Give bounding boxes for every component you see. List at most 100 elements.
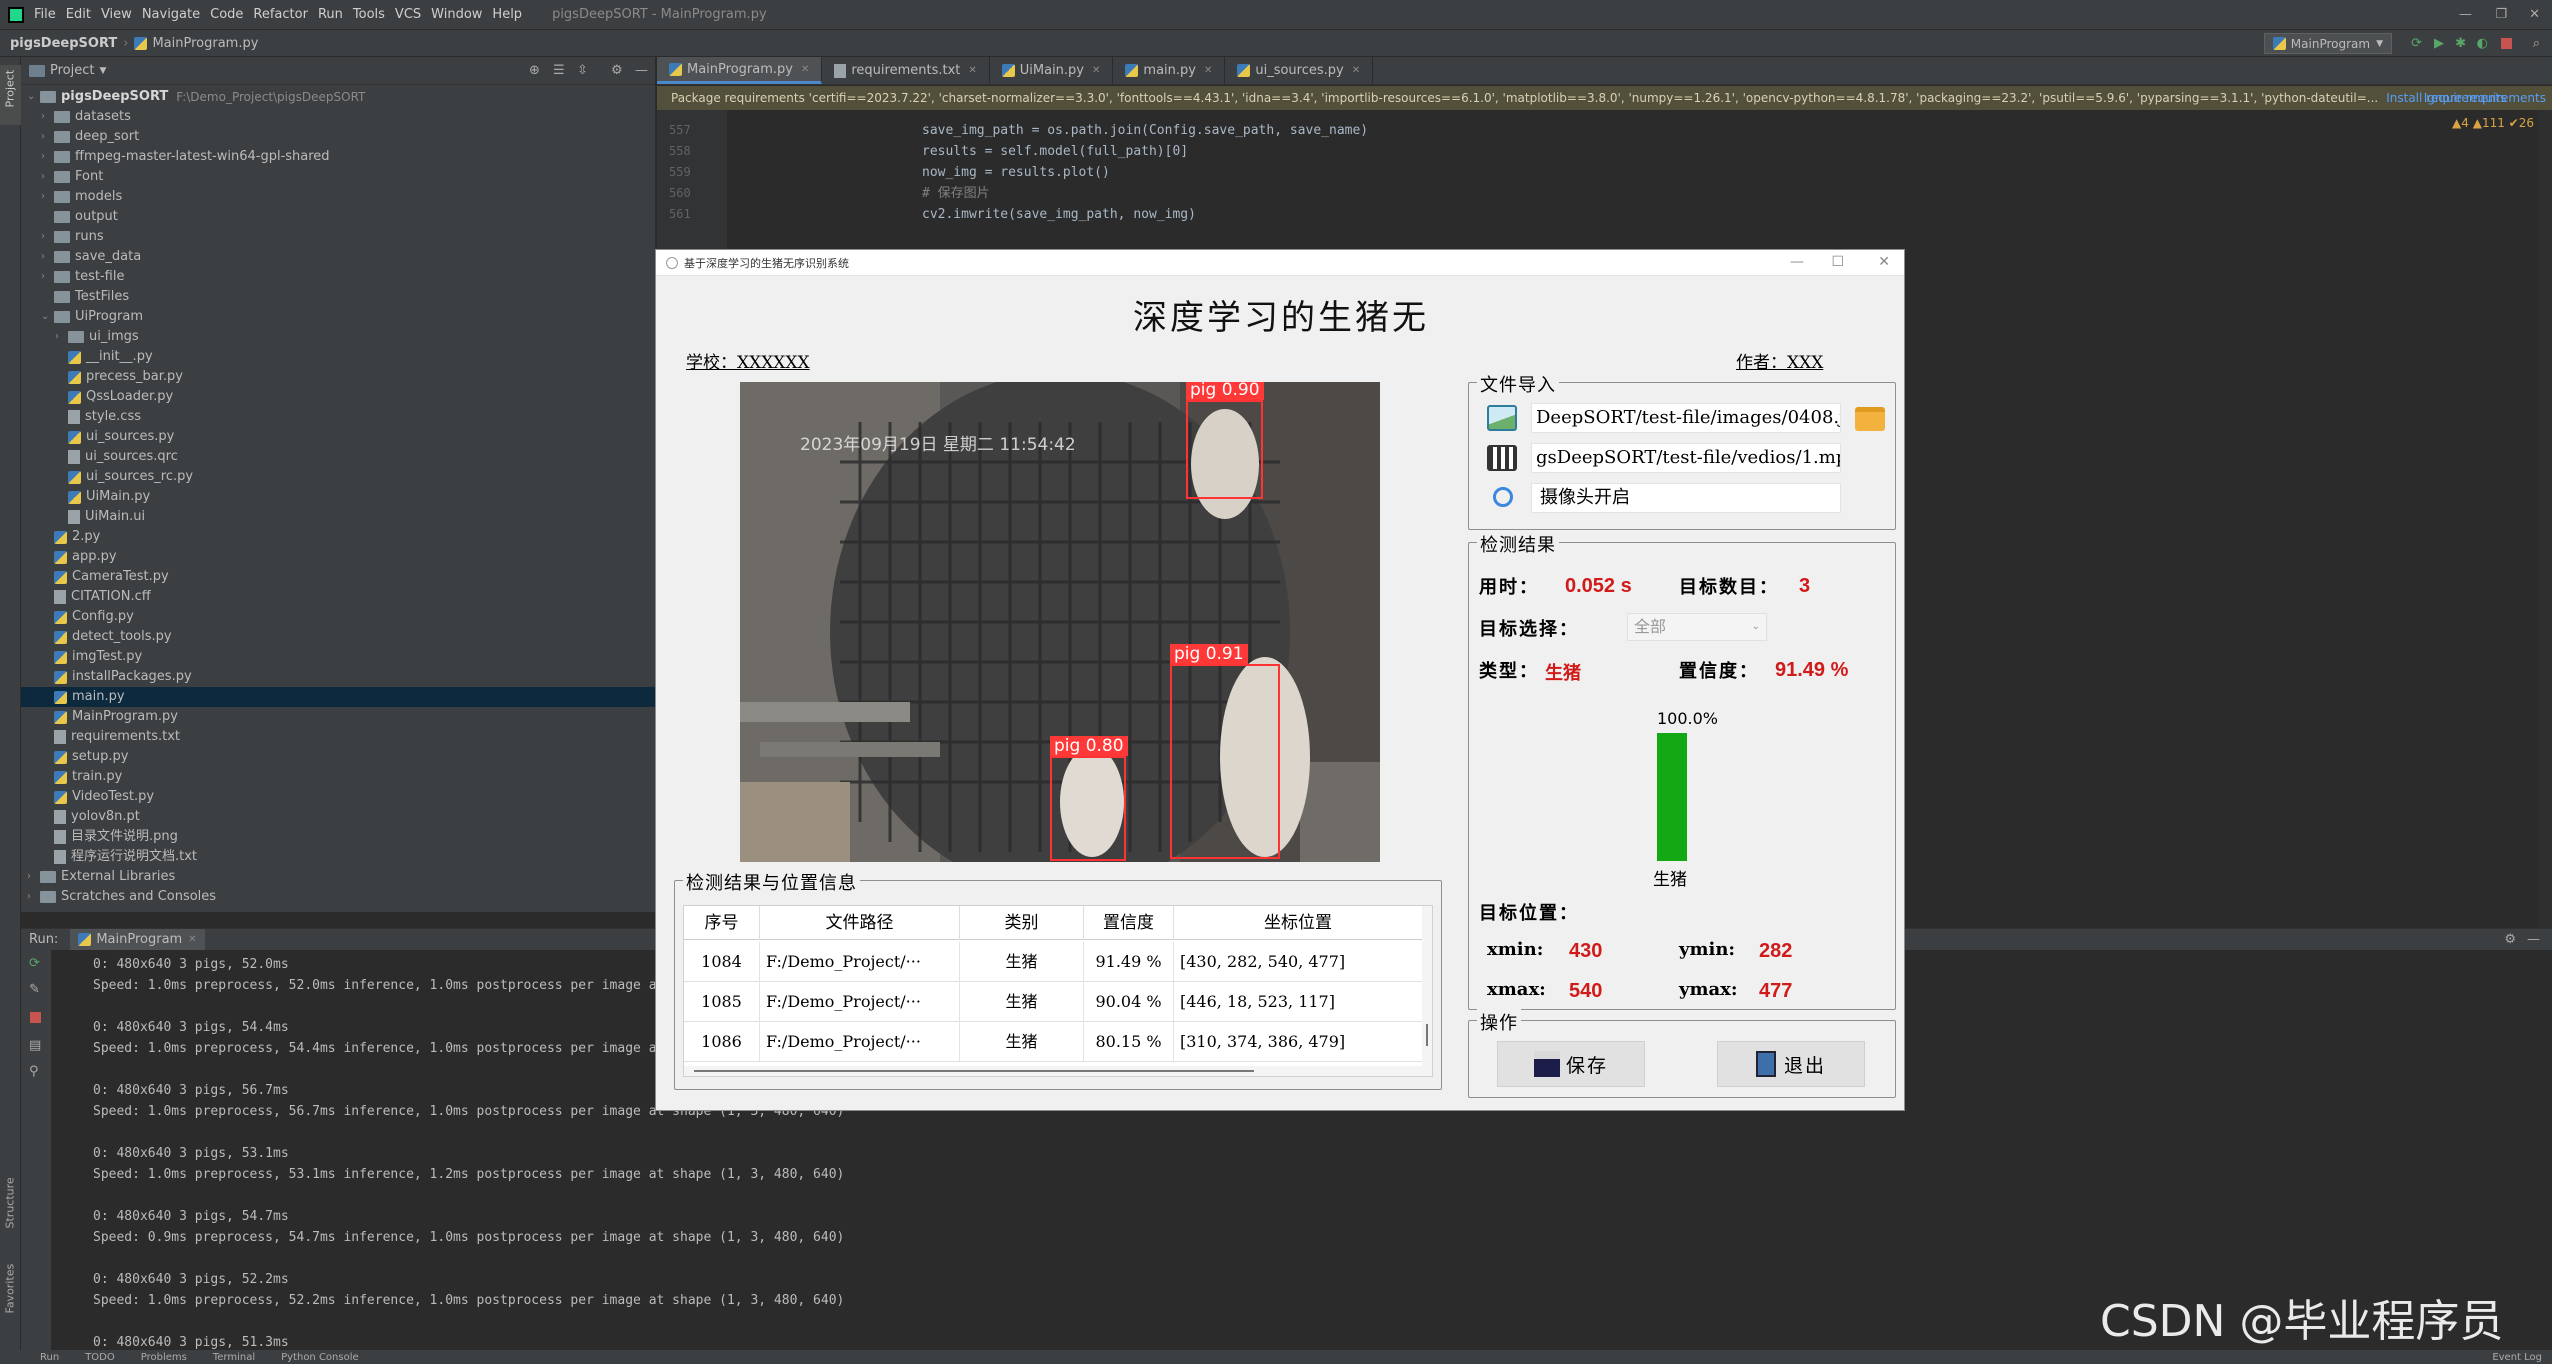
results-table[interactable]: 序号 文件路径 类别 置信度 坐标位置 1084 F:/Demo_Project/··· 生… (683, 905, 1433, 1077)
collapse-all-icon[interactable]: ☰ (553, 63, 565, 78)
tree-item[interactable]: › External Libraries (21, 867, 655, 887)
tree-item[interactable]: › datasets (21, 107, 655, 127)
menu-item-edit[interactable]: Edit (66, 7, 91, 22)
save-button[interactable]: 保存 (1497, 1041, 1645, 1087)
close-button[interactable]: ✕ (2529, 7, 2540, 22)
menu-item-vcs[interactable]: VCS (395, 7, 421, 22)
camera-field[interactable]: 摄像头开启 (1531, 483, 1841, 513)
tree-item[interactable]: main.py (21, 687, 655, 707)
tree-item[interactable]: requirements.txt (21, 727, 655, 747)
status-tab-python-console[interactable]: Python Console (281, 1352, 359, 1363)
table-header-cell[interactable]: 文件路径 (760, 906, 960, 940)
tab-ui_sources-py[interactable]: ui_sources.py ✕ (1225, 57, 1374, 84)
horizontal-scrollbar[interactable] (684, 1066, 1424, 1076)
minimize-button[interactable]: — (1790, 254, 1804, 270)
tab-mainprogram-py[interactable]: MainProgram.py ✕ (657, 57, 823, 84)
tree-item[interactable]: › ui_imgs (21, 327, 655, 347)
table-row[interactable]: 1085 F:/Demo_Project/··· 生猪 90.04 % [446, 18… (684, 982, 1423, 1022)
gear-icon[interactable]: ⚙ (2504, 932, 2516, 947)
tree-item[interactable]: QssLoader.py (21, 387, 655, 407)
ignore-requirements-link[interactable]: Ignore requirements (2424, 91, 2546, 105)
favorites-tool-label[interactable]: Favorites (4, 1254, 17, 1314)
tree-item[interactable]: › test-file (21, 267, 655, 287)
menu-item-file[interactable]: File (34, 7, 56, 22)
chevron-down-icon[interactable]: ▼ (99, 66, 106, 76)
tree-item[interactable]: __init__.py (21, 347, 655, 367)
target-select[interactable]: 全部 ⌄ (1627, 613, 1767, 641)
status-tab-problems[interactable]: Problems (141, 1352, 187, 1363)
hide-panel-icon[interactable]: — (2527, 932, 2540, 947)
menu-item-window[interactable]: Window (431, 7, 482, 22)
tree-item[interactable]: CITATION.cff (21, 587, 655, 607)
menu-item-code[interactable]: Code (210, 7, 243, 22)
tree-item[interactable]: CameraTest.py (21, 567, 655, 587)
stop-icon[interactable] (30, 1012, 41, 1023)
run-icon[interactable]: ▶ (2434, 36, 2444, 51)
table-header-cell[interactable]: 坐标位置 (1174, 906, 1423, 940)
tree-item[interactable]: ⌄ UiProgram (21, 307, 655, 327)
structure-tool-label[interactable]: Structure (4, 1169, 17, 1228)
tree-item[interactable]: Config.py (21, 607, 655, 627)
tree-item[interactable]: ui_sources.qrc (21, 447, 655, 467)
pin-icon[interactable]: ⚲ (29, 1064, 39, 1079)
close-icon[interactable]: ✕ (188, 934, 196, 945)
menu-item-tools[interactable]: Tools (353, 7, 385, 22)
tab-uimain-py[interactable]: UiMain.py ✕ (990, 57, 1114, 84)
menu-item-navigate[interactable]: Navigate (142, 7, 200, 22)
camera-icon[interactable] (1493, 487, 1513, 507)
tree-item[interactable]: 2.py (21, 527, 655, 547)
tree-item[interactable]: imgTest.py (21, 647, 655, 667)
rerun-icon[interactable]: ⟳ (2411, 36, 2422, 51)
tree-item[interactable]: UiMain.ui (21, 507, 655, 527)
status-tab-todo[interactable]: TODO (85, 1352, 115, 1363)
tree-item[interactable]: installPackages.py (21, 667, 655, 687)
tree-item[interactable]: output (21, 207, 655, 227)
tab-main-py[interactable]: main.py ✕ (1113, 57, 1226, 84)
tree-item[interactable]: precess_bar.py (21, 367, 655, 387)
tree-item[interactable]: ui_sources_rc.py (21, 467, 655, 487)
expand-all-icon[interactable]: ⇳ (577, 63, 588, 78)
close-icon[interactable]: ✕ (1352, 65, 1360, 76)
run-config-select[interactable]: MainProgram ▼ (2263, 33, 2392, 54)
close-button[interactable]: ✕ (1878, 254, 1890, 270)
menu-item-view[interactable]: View (101, 7, 132, 22)
debug-icon[interactable]: ✱ (2455, 36, 2466, 51)
breadcrumb-project[interactable]: pigsDeepSORT (10, 36, 117, 51)
tree-item[interactable]: › ffmpeg-master-latest-win64-gpl-shared (21, 147, 655, 167)
project-view-select[interactable]: Project (50, 63, 94, 78)
table-row[interactable]: 1084 F:/Demo_Project/··· 生猪 91.49 % [430, 28… (684, 942, 1423, 982)
wrench-icon[interactable]: ✎ (29, 982, 40, 997)
tree-item[interactable]: 目录文件说明.png (21, 827, 655, 847)
breadcrumb-file[interactable]: MainProgram.py (152, 36, 258, 51)
status-tab-terminal[interactable]: Terminal (213, 1352, 255, 1363)
tab-requirements-txt[interactable]: requirements.txt ✕ (822, 57, 990, 84)
status-tab-run[interactable]: Run (40, 1352, 59, 1363)
tree-item[interactable]: › models (21, 187, 655, 207)
vertical-scrollbar[interactable] (1422, 906, 1432, 1076)
tree-item[interactable]: VideoTest.py (21, 787, 655, 807)
tree-item[interactable]: › Scratches and Consoles (21, 887, 655, 907)
inspection-widget[interactable]: ▲4 ▲111 ✔26 (2452, 116, 2534, 130)
table-header-cell[interactable]: 置信度 (1084, 906, 1174, 940)
tree-item[interactable]: app.py (21, 547, 655, 567)
tree-item[interactable]: style.css (21, 407, 655, 427)
coverage-icon[interactable]: ◐ (2477, 36, 2488, 51)
close-icon[interactable]: ✕ (968, 65, 976, 76)
locate-icon[interactable]: ⊕ (529, 63, 540, 78)
tree-item[interactable]: ⌄ pigsDeepSORT F:\Demo_Project\pigsDeepSOR… (21, 87, 655, 107)
exit-button[interactable]: 退出 (1717, 1041, 1865, 1087)
tree-item[interactable]: › save_data (21, 247, 655, 267)
table-header-cell[interactable]: 序号 (684, 906, 760, 940)
scrollbar-thumb[interactable] (1426, 1024, 1428, 1046)
tree-item[interactable]: MainProgram.py (21, 707, 655, 727)
open-folder-icon[interactable] (1855, 407, 1885, 431)
tree-item[interactable]: 程序运行说明文档.txt (21, 847, 655, 867)
menu-item-run[interactable]: Run (318, 7, 343, 22)
tree-item[interactable]: detect_tools.py (21, 627, 655, 647)
video-file-icon[interactable] (1487, 445, 1517, 471)
table-header-cell[interactable]: 类别 (960, 906, 1084, 940)
close-icon[interactable]: ✕ (1204, 65, 1212, 76)
table-row[interactable]: 1086 F:/Demo_Project/··· 生猪 80.15 % [310, 37… (684, 1022, 1423, 1062)
tree-item[interactable]: TestFiles (21, 287, 655, 307)
tree-item[interactable]: › deep_sort (21, 127, 655, 147)
